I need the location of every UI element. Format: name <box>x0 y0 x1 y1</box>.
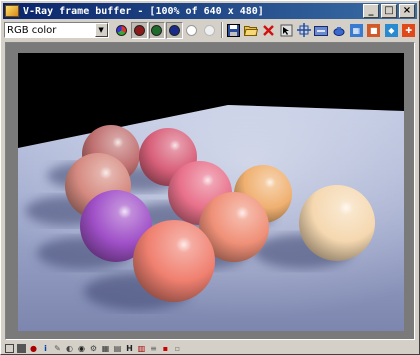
green-dot-icon <box>151 24 163 36</box>
red-dot-icon <box>133 24 145 36</box>
floppy-disk-icon <box>227 23 241 37</box>
history-icon: ▦ <box>349 23 363 37</box>
rendered-image <box>18 53 404 331</box>
display-correction-button[interactable]: ◆ <box>383 22 400 39</box>
red-channel-button[interactable] <box>131 21 148 39</box>
render-viewport[interactable] <box>5 42 415 340</box>
link-to-render-button[interactable] <box>313 22 330 39</box>
pixel-info-button[interactable]: ✚ <box>401 22 418 39</box>
mono-channel-button[interactable] <box>201 22 218 39</box>
alpha-dot-icon <box>186 24 198 36</box>
pixel-info-icon: ✚ <box>402 23 416 37</box>
status-lens-icon[interactable]: ◐ <box>65 344 74 353</box>
status-tools-icon[interactable]: ✎ <box>53 344 62 353</box>
save-image-button[interactable] <box>226 22 243 39</box>
region-render-button[interactable] <box>296 22 313 39</box>
stamp-button[interactable]: ■ <box>366 22 383 39</box>
toolbar-separator <box>220 22 223 38</box>
status-target-icon[interactable]: ◉ <box>77 344 86 353</box>
stamp-icon: ■ <box>367 23 381 37</box>
channel-select-value: RGB color <box>7 24 57 36</box>
status-bar: ● i ✎ ◐ ◉ ⚙ ▦ ▤ H ▥ ≡ ▪ ▫ <box>3 342 417 354</box>
title-bar[interactable]: V-Ray frame buffer - [100% of 640 x 480]… <box>3 3 417 19</box>
alpha-channel-button[interactable] <box>184 22 201 39</box>
green-channel-button[interactable] <box>148 21 166 39</box>
track-mouse-button[interactable] <box>278 22 295 39</box>
window-title: V-Ray frame buffer - [100% of 640 x 480] <box>23 5 264 17</box>
status-levels-icon[interactable]: ▤ <box>113 344 122 353</box>
load-image-button[interactable] <box>243 22 260 39</box>
status-lut-icon[interactable]: ▥ <box>137 344 146 353</box>
blue-channel-button[interactable] <box>166 21 183 39</box>
sphere-cream <box>299 185 375 261</box>
red-x-icon <box>263 24 275 36</box>
track-mouse-icon <box>280 24 293 36</box>
channel-select[interactable]: RGB color ▼ <box>4 22 109 38</box>
status-gear-icon[interactable]: ⚙ <box>89 344 98 353</box>
blue-dot-icon <box>168 24 180 36</box>
status-color-icon[interactable]: ▪ <box>161 344 170 353</box>
maximize-button[interactable]: □ <box>381 4 397 18</box>
chevron-down-icon[interactable]: ▼ <box>94 23 108 37</box>
toolbar: RGB color ▼ ▦ ■ ◆ ✚ <box>3 20 417 40</box>
teapot-icon <box>333 26 345 36</box>
correction-icon: ◆ <box>384 23 398 37</box>
teapot-render-button[interactable] <box>331 22 348 39</box>
status-grid-icon[interactable]: ▦ <box>101 344 110 353</box>
mono-dot-icon <box>203 24 215 36</box>
vfb-history-button[interactable]: ▦ <box>348 22 365 39</box>
link-icon <box>314 25 329 36</box>
sphere-salmon-front <box>133 220 215 302</box>
status-histogram-icon[interactable]: H <box>125 344 134 353</box>
vray-frame-buffer-window: V-Ray frame buffer - [100% of 640 x 480]… <box>0 0 420 355</box>
region-crosshair-icon <box>296 23 311 37</box>
render-scene <box>18 53 404 331</box>
status-mono-icon[interactable]: ≡ <box>149 344 158 353</box>
minimize-button[interactable]: _ <box>363 4 379 18</box>
status-compare-icon[interactable] <box>17 343 26 353</box>
clear-image-button[interactable] <box>261 22 278 39</box>
rgb-channel-button[interactable] <box>114 22 131 39</box>
info-icon[interactable]: i <box>41 344 50 353</box>
rgb-icon <box>116 24 128 36</box>
status-frame-icon[interactable] <box>5 343 14 353</box>
close-button[interactable]: × <box>399 4 415 18</box>
status-sample-icon[interactable]: ● <box>29 344 38 353</box>
status-pixel-icon[interactable]: ▫ <box>173 344 182 353</box>
vray-app-icon <box>5 5 19 17</box>
open-folder-icon <box>244 26 259 36</box>
